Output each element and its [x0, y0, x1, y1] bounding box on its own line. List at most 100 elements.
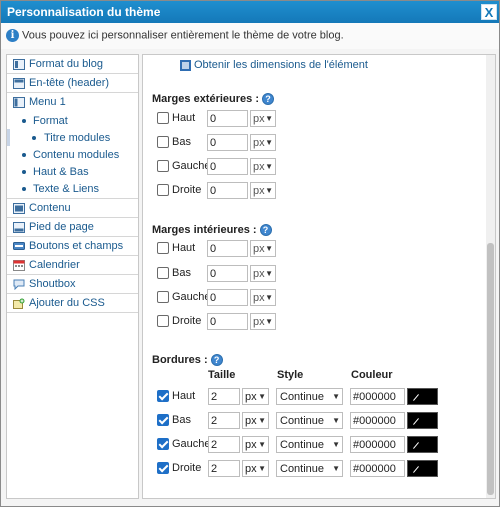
help-icon[interactable]: ?: [262, 93, 274, 106]
inner-margin-left-unit-select[interactable]: px ▼: [250, 289, 276, 306]
border-bottom-checkbox[interactable]: [157, 414, 169, 426]
chevron-down-icon: ▼: [265, 138, 273, 147]
window-title: Personnalisation du thème: [7, 5, 161, 19]
border-bottom-unit-select[interactable]: px ▼: [242, 412, 269, 429]
outer-margin-left-unit-select[interactable]: px ▼: [250, 158, 276, 175]
outer-margin-top-input[interactable]: 0: [207, 110, 248, 127]
sidebar-subitem-texte-liens[interactable]: Texte & Liens: [7, 180, 138, 199]
border-bottom-label: Bas: [172, 414, 191, 426]
sidebar-item-label: Texte & Liens: [33, 183, 100, 195]
scrollbar-thumb[interactable]: [487, 243, 494, 495]
border-right-size-input[interactable]: 2: [208, 460, 240, 477]
close-button[interactable]: X: [481, 4, 497, 20]
inner-margin-left-input[interactable]: 0: [207, 289, 248, 306]
css-icon: [13, 298, 25, 309]
sidebar-item-label: Ajouter du CSS: [29, 297, 105, 309]
chevron-down-icon: ▼: [265, 269, 273, 278]
inner-margin-top-checkbox[interactable]: [157, 242, 169, 254]
content-icon: [13, 203, 25, 214]
sidebar-item-label: Format du blog: [29, 58, 103, 70]
border-bottom-style-select[interactable]: Continue ▼: [276, 412, 343, 429]
outer-margin-bottom-input[interactable]: 0: [207, 134, 248, 151]
outer-margins-title: Marges extérieures :?: [152, 93, 274, 106]
outer-margin-left-input[interactable]: 0: [207, 158, 248, 175]
inner-margin-bottom-checkbox[interactable]: [157, 267, 169, 279]
outer-margin-right-checkbox[interactable]: [157, 184, 169, 196]
chevron-down-icon: ▼: [258, 416, 266, 425]
chevron-down-icon: ▼: [332, 416, 340, 425]
outer-margin-top-unit-select[interactable]: px ▼: [250, 110, 276, 127]
sidebar-subitem-titre-modules[interactable]: Titre modules: [7, 129, 138, 146]
sidebar-item-label: Format: [33, 115, 68, 127]
sidebar-item-menu-1[interactable]: Menu 1: [7, 93, 138, 112]
outer-margin-right-unit-select[interactable]: px ▼: [250, 182, 276, 199]
border-top-size-input[interactable]: 2: [208, 388, 240, 405]
unit-value: px: [253, 161, 265, 173]
border-left-checkbox[interactable]: [157, 438, 169, 450]
border-bottom-color-input[interactable]: #000000: [350, 412, 405, 429]
chevron-down-icon: ▼: [265, 114, 273, 123]
inner-margin-right-label: Droite: [172, 315, 202, 327]
sidebar-item-shoutbox[interactable]: Shoutbox: [7, 275, 138, 294]
sidebar-item-en-tete[interactable]: En-tête (header): [7, 74, 138, 93]
help-icon[interactable]: ?: [259, 224, 272, 237]
border-left-size-input[interactable]: 2: [208, 436, 240, 453]
sidebar-item-pied-de-page[interactable]: Pied de page: [7, 218, 138, 237]
sidebar-subitem-haut-bas[interactable]: Haut & Bas: [7, 163, 138, 180]
border-left-style-select[interactable]: Continue ▼: [276, 436, 343, 453]
get-dimensions-link[interactable]: Obtenir les dimensions de l'élément: [180, 59, 368, 71]
border-left-color-input[interactable]: #000000: [350, 436, 405, 453]
help-icon[interactable]: ?: [210, 354, 223, 367]
chevron-down-icon: ▼: [265, 317, 273, 326]
inner-margin-right-unit-select[interactable]: px ▼: [250, 313, 276, 330]
sidebar-item-label: Calendrier: [29, 259, 80, 271]
outer-margin-left-checkbox[interactable]: [157, 160, 169, 172]
color-picker-swatch[interactable]: [407, 412, 438, 429]
inner-margin-right-checkbox[interactable]: [157, 315, 169, 327]
sidebar-item-boutons-et-champs[interactable]: Boutons et champs: [7, 237, 138, 256]
border-right-unit-select[interactable]: px ▼: [242, 460, 269, 477]
color-picker-swatch[interactable]: [407, 460, 438, 477]
outer-margin-bottom-checkbox[interactable]: [157, 136, 169, 148]
sidebar-subitem-contenu-modules[interactable]: Contenu modules: [7, 146, 138, 163]
border-top-color-input[interactable]: #000000: [350, 388, 405, 405]
unit-value: px: [245, 391, 257, 403]
chevron-down-icon: ▼: [265, 244, 273, 253]
col-style-header: Style: [277, 369, 304, 381]
chevron-down-icon: ▼: [258, 392, 266, 401]
sidebar-item-ajouter-du-css[interactable]: Ajouter du CSS: [7, 294, 138, 313]
inner-margin-left-checkbox[interactable]: [157, 291, 169, 303]
border-top-unit-select[interactable]: px ▼: [242, 388, 269, 405]
sidebar-item-contenu[interactable]: Contenu: [7, 199, 138, 218]
outer-margin-bottom-unit-select[interactable]: px ▼: [250, 134, 276, 151]
border-top-checkbox[interactable]: [157, 390, 169, 402]
content-scrollbar[interactable]: [486, 55, 495, 498]
inner-margin-top-input[interactable]: 0: [207, 240, 248, 257]
border-left-unit-select[interactable]: px ▼: [242, 436, 269, 453]
inner-margins-label: Marges intérieures :: [152, 224, 257, 236]
border-right-checkbox[interactable]: [157, 462, 169, 474]
border-right-style-select[interactable]: Continue ▼: [276, 460, 343, 477]
chevron-down-icon: ▼: [265, 293, 273, 302]
bullet-icon: [22, 119, 26, 123]
border-left-label: Gauche: [172, 438, 211, 450]
outer-margin-top-checkbox[interactable]: [157, 112, 169, 124]
sidebar-item-calendrier[interactable]: Calendrier: [7, 256, 138, 275]
bullet-icon: [32, 136, 36, 140]
border-top-style-select[interactable]: Continue ▼: [276, 388, 343, 405]
border-right-color-input[interactable]: #000000: [350, 460, 405, 477]
sidebar-subitem-format[interactable]: Format: [7, 112, 138, 129]
color-picker-swatch[interactable]: [407, 388, 438, 405]
border-bottom-size-input[interactable]: 2: [208, 412, 240, 429]
color-picker-swatch[interactable]: [407, 436, 438, 453]
sidebar-item-format-du-blog[interactable]: Format du blog: [7, 55, 138, 74]
inner-margin-top-label: Haut: [172, 242, 196, 254]
unit-value: px: [245, 463, 257, 475]
outer-margin-right-input[interactable]: 0: [207, 182, 248, 199]
inner-margin-bottom-unit-select[interactable]: px ▼: [250, 265, 276, 282]
unit-value: px: [253, 268, 265, 280]
sidebar-item-label: Boutons et champs: [29, 240, 124, 252]
inner-margin-bottom-input[interactable]: 0: [207, 265, 248, 282]
inner-margin-top-unit-select[interactable]: px ▼: [250, 240, 276, 257]
inner-margin-right-input[interactable]: 0: [207, 313, 248, 330]
